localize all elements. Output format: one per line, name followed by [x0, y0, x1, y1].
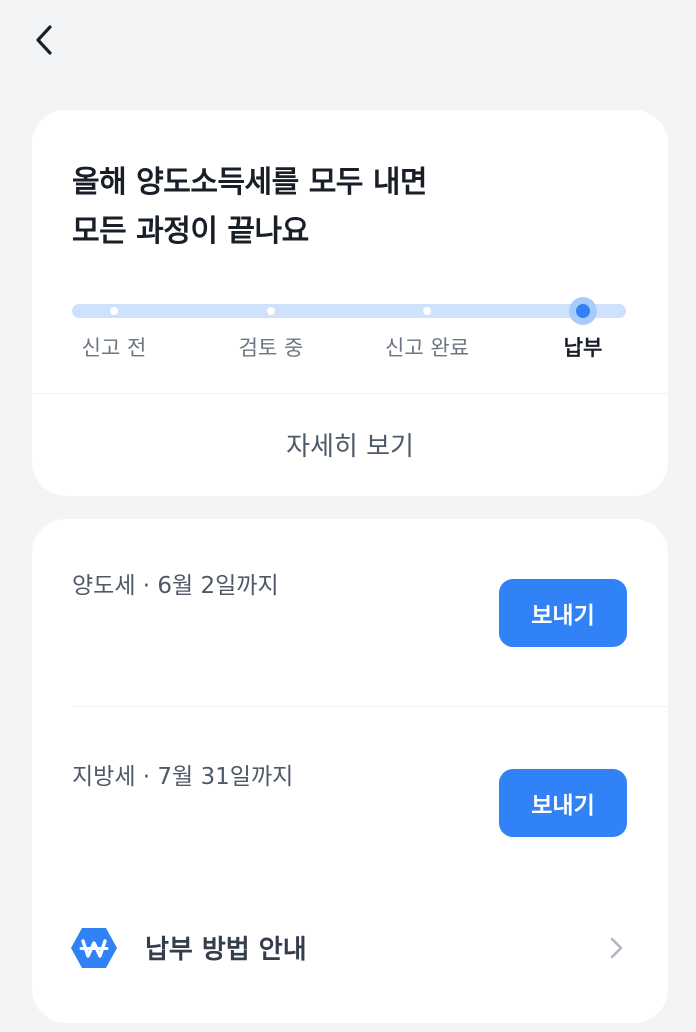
send-capital-gains-tax-button[interactable]: 보내기 [499, 579, 627, 647]
won-icon [71, 928, 117, 968]
view-details-button[interactable]: 자세히 보기 [32, 394, 668, 494]
progress-track [72, 297, 626, 325]
status-title-line2: 모든 과정이 끝나요 [72, 214, 309, 249]
status-title: 올해 양도소득세를 모두 내면 모든 과정이 끝나요 [72, 158, 428, 256]
payment-guide-link[interactable]: 납부 방법 안내 [32, 907, 668, 987]
chevron-left-icon [36, 25, 52, 55]
send-local-tax-button[interactable]: 보내기 [499, 769, 627, 837]
payment-card: 양도세 · 6월 2일까지 보내기 지방세 · 7월 31일까지 보내기 납부 … [32, 519, 668, 1023]
step-label-payment: 납부 [563, 336, 603, 360]
payment-card-divider [72, 706, 668, 707]
step-dot-before-report [110, 307, 118, 315]
status-card: 올해 양도소득세를 모두 내면 모든 과정이 끝나요 신고 전 검토 중 신고 … [32, 110, 668, 496]
payment-guide-label: 납부 방법 안내 [145, 935, 307, 965]
step-dot-reviewing [267, 307, 275, 315]
step-label-before-report: 신고 전 [81, 336, 147, 360]
step-dot-report-complete [423, 307, 431, 315]
chevron-right-icon [610, 937, 623, 959]
step-label-reviewing: 검토 중 [238, 336, 304, 360]
back-button[interactable] [24, 20, 64, 60]
step-dot-payment-current [569, 297, 597, 325]
capital-gains-tax-label: 양도세 · 6월 2일까지 [72, 573, 279, 599]
local-tax-label: 지방세 · 7월 31일까지 [72, 764, 294, 790]
step-label-report-complete: 신고 완료 [385, 336, 469, 360]
status-title-line1: 올해 양도소득세를 모두 내면 [72, 165, 428, 200]
